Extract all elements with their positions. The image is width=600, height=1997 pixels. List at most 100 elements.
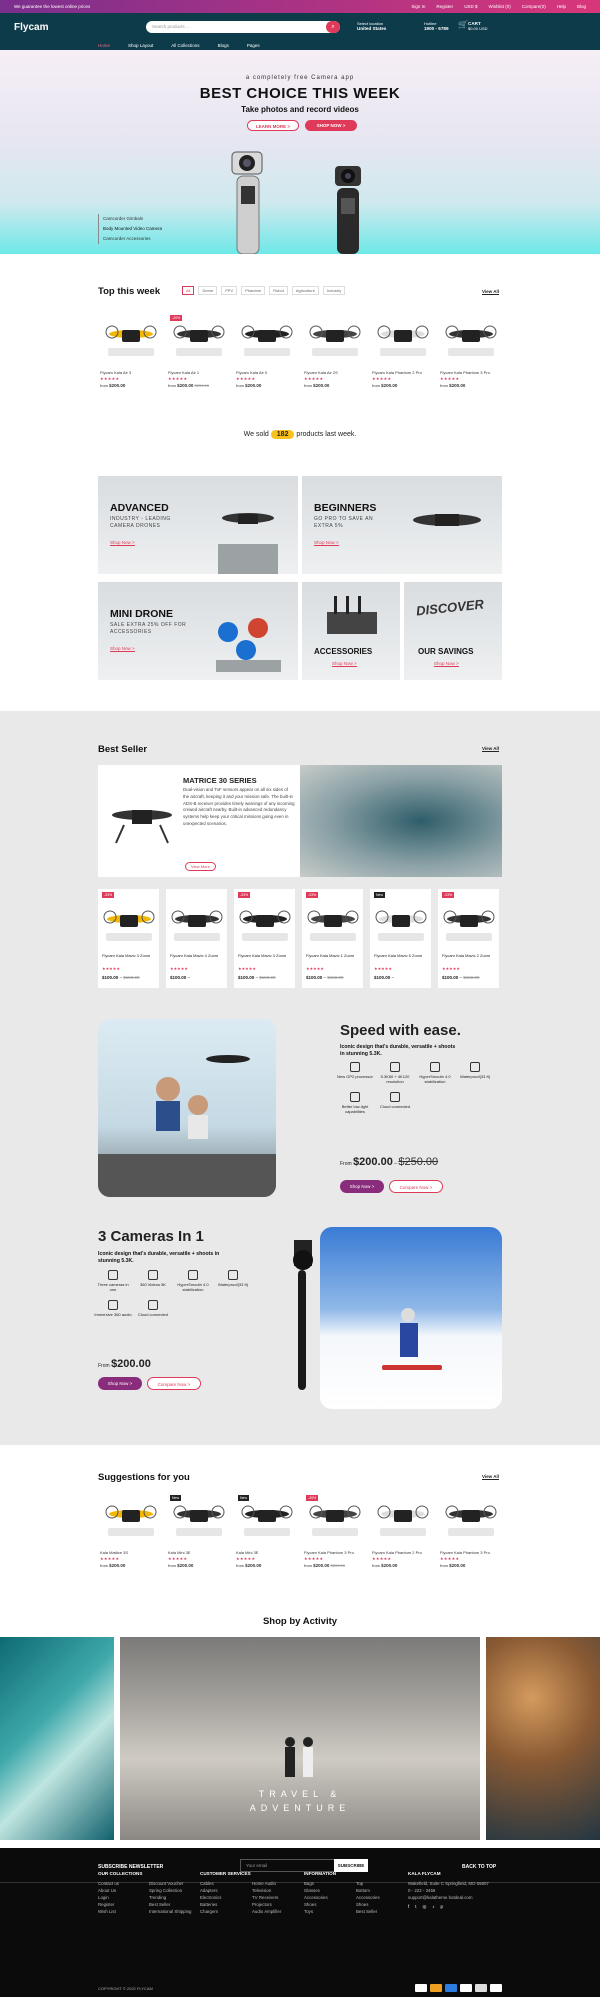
footer-link[interactable]: Projectors [252, 1901, 281, 1908]
product-name[interactable]: Flycam Kala Air 2S [304, 370, 338, 375]
product-name[interactable]: Flycam Kala Phantom 3 Pro [440, 1550, 490, 1555]
product-name[interactable]: Flycam Kala Phantom 2 Pro [372, 370, 422, 375]
best-seller-card[interactable]: -33% Flycam Kala Mavic 2 Zoom ★★★★★ $100.00… [438, 889, 499, 988]
nav-blogs[interactable]: Blogs [218, 43, 229, 48]
footer-link[interactable]: Wish List [98, 1908, 142, 1915]
product-image[interactable] [236, 897, 294, 951]
footer-link[interactable]: Accessories [356, 1894, 380, 1901]
footer-link[interactable]: International Shipping [149, 1908, 194, 1915]
product-image[interactable] [442, 312, 500, 364]
product-name[interactable]: Flycam Kala Air 3 [100, 370, 131, 375]
savings-banner[interactable]: DISCOVER OUR SAVINGS Shop Now > [404, 582, 502, 680]
footer-link[interactable]: Best Seller [356, 1908, 380, 1915]
speed-shop-now-button[interactable]: Shop Now > [340, 1180, 384, 1193]
product-name[interactable]: Kala Mini 3E [236, 1550, 258, 1555]
footer-link[interactable]: TV Receivers [252, 1894, 281, 1901]
accessories-banner[interactable]: ACCESSORIES Shop Now > [302, 582, 400, 680]
nav-all-collections[interactable]: All Collections [171, 43, 199, 48]
product-name[interactable]: Flycam Kala Air 1 [168, 370, 199, 375]
activity-travel-photo[interactable]: TRAVEL & ADVENTURE [120, 1637, 480, 1840]
tab-fpv[interactable]: FPV [221, 286, 238, 295]
signin-link[interactable]: Sign In [411, 4, 425, 9]
instagram-icon[interactable]: ◎ [422, 1903, 426, 1910]
cameras-compare-button[interactable]: Compare Now > [147, 1377, 201, 1390]
footer-link[interactable]: Discount Voucher [149, 1880, 194, 1887]
footer-link[interactable]: Accessories [304, 1894, 336, 1901]
product-card[interactable]: -20% Flycam Kala Phantom 3 Pro ★★★★★ from $… [302, 1492, 370, 1576]
matrice-view-more-button[interactable]: View More [185, 862, 216, 871]
pinterest-icon[interactable]: p [441, 1903, 443, 1910]
product-card[interactable]: New Kala Mini 3E ★★★★★ from $200.00 [234, 1492, 302, 1576]
footer-link[interactable]: Batteries [200, 1901, 251, 1908]
best-seller-card[interactable]: Flycam Kala Mavic 4 Zoom ★★★★★ $100.00 – [166, 889, 227, 988]
product-card[interactable]: Kala Mattice 3S ★★★★★ from $200.00 [98, 1492, 166, 1576]
product-card[interactable]: Flycam Kala Air 2S ★★★★★ from $200.00 [302, 312, 370, 396]
cart-button[interactable]: 🛒 CART $0.00 USD [458, 21, 488, 32]
footer-link[interactable]: Bottom [356, 1887, 380, 1894]
wishlist-link[interactable]: Wishlist (0) [488, 4, 510, 9]
product-image[interactable] [442, 1492, 500, 1544]
footer-link[interactable]: About Us [98, 1887, 142, 1894]
nav-home[interactable]: Home [98, 43, 110, 48]
tiktok-icon[interactable]: ♪ [432, 1903, 434, 1910]
product-name[interactable]: Flycam Kala Phantom 3 Pro [440, 370, 490, 375]
nav-shop-layout[interactable]: Shop Layout [128, 43, 153, 48]
footer-link[interactable]: Chargers [200, 1908, 251, 1915]
product-name[interactable]: Flycam Kala Phantom 2 Pro [372, 1550, 422, 1555]
footer-link[interactable]: Toys [304, 1908, 336, 1915]
help-link[interactable]: Help [557, 4, 566, 9]
mini-shop-link[interactable]: Shop Now > [110, 646, 135, 652]
footer-email[interactable]: support@kalatheme.hotdeal.com [408, 1894, 503, 1901]
nav-pages[interactable]: Pages [247, 43, 260, 48]
tab-phantom[interactable]: Phantom [241, 286, 266, 295]
register-link[interactable]: Register [436, 4, 453, 9]
hero-list-item[interactable]: Body Mounted Video Camera [98, 224, 162, 234]
footer-link[interactable]: Glasses [304, 1887, 336, 1894]
product-name[interactable]: Flycam Kala Mavic 2 Zoom [442, 953, 497, 958]
product-card[interactable]: Flycam Kala Phantom 2 Pro ★★★★★ from $200.… [370, 1492, 438, 1576]
activity-autumn-photo[interactable] [486, 1637, 600, 1840]
product-card[interactable]: -20% Flycam Kala Air 1 ★★★★★ from $200.00 $… [166, 312, 234, 396]
compare-link[interactable]: Compare(0) [522, 4, 546, 9]
hero-list-item[interactable]: Camcorder Gimbals [98, 214, 162, 224]
footer-link[interactable]: Best Seller [149, 1901, 194, 1908]
tab-industry[interactable]: Industry [322, 286, 346, 295]
footer-link[interactable]: Electronics [200, 1894, 251, 1901]
accessories-shop-link[interactable]: Shop Now > [332, 661, 357, 667]
search-input[interactable]: Search products ... ⌕ [146, 21, 340, 33]
tab-all[interactable]: All [182, 286, 195, 295]
savings-shop-link[interactable]: Shop Now > [434, 661, 459, 667]
hero-shop-now-button[interactable]: SHOP NOW > [305, 120, 357, 131]
product-name[interactable]: Flycam Kala Phantom 3 Pro [304, 1550, 354, 1555]
product-image[interactable] [102, 1492, 160, 1544]
footer-link[interactable]: Adapters [200, 1887, 251, 1894]
product-name[interactable]: Kala Mattice 3S [100, 1550, 128, 1555]
product-name[interactable]: Flycam Kala Mavic 1 Zoom [306, 953, 361, 958]
tab-drone[interactable]: Drone [198, 286, 218, 295]
best-seller-card[interactable]: -33% Flycam Kala Mavic 1 Zoom ★★★★★ $100.00… [302, 889, 363, 988]
top-week-view-all[interactable]: View All [482, 289, 499, 294]
product-image[interactable] [100, 897, 158, 951]
hero-list-item[interactable]: Camcorder Accessories [98, 234, 162, 244]
suggestions-view-all[interactable]: View All [482, 1474, 499, 1479]
footer-link[interactable]: Television [252, 1887, 281, 1894]
facebook-icon[interactable]: f [408, 1903, 409, 1910]
footer-link[interactable]: Contact us [98, 1880, 142, 1887]
product-name[interactable]: Flycam Kala Mavic 4 Zoom [170, 953, 225, 958]
product-card[interactable]: New Kala Mini 3E ★★★★★ from $200.00 [166, 1492, 234, 1576]
footer-link[interactable]: Home Audio [252, 1880, 281, 1887]
best-seller-card[interactable]: -33% Flycam Kala Mavic 3 Zoom ★★★★★ $100.00… [234, 889, 295, 988]
product-card[interactable]: Flycam Kala Phantom 3 Pro ★★★★★ from $200.… [438, 312, 506, 396]
footer-link[interactable]: Register [98, 1901, 142, 1908]
footer-link[interactable]: Top [356, 1880, 380, 1887]
advanced-banner[interactable]: ADVANCED INDUSTRY - LEADING CAMERA DRONE… [98, 476, 298, 574]
product-card[interactable]: Flycam Kala Air 0 ★★★★★ from $200.00 [234, 312, 302, 396]
product-card[interactable]: Flycam Kala Air 3 ★★★★★ from $200.00 [98, 312, 166, 396]
product-card[interactable]: Flycam Kala Phantom 3 Pro ★★★★★ from $200.… [438, 1492, 506, 1576]
product-image[interactable] [440, 897, 498, 951]
product-image[interactable] [168, 897, 226, 951]
currency-select[interactable]: USD $ [464, 4, 477, 9]
product-image[interactable] [102, 312, 160, 364]
cameras-shop-now-button[interactable]: Shop Now > [98, 1377, 142, 1390]
logo[interactable]: Flycam [14, 22, 48, 33]
